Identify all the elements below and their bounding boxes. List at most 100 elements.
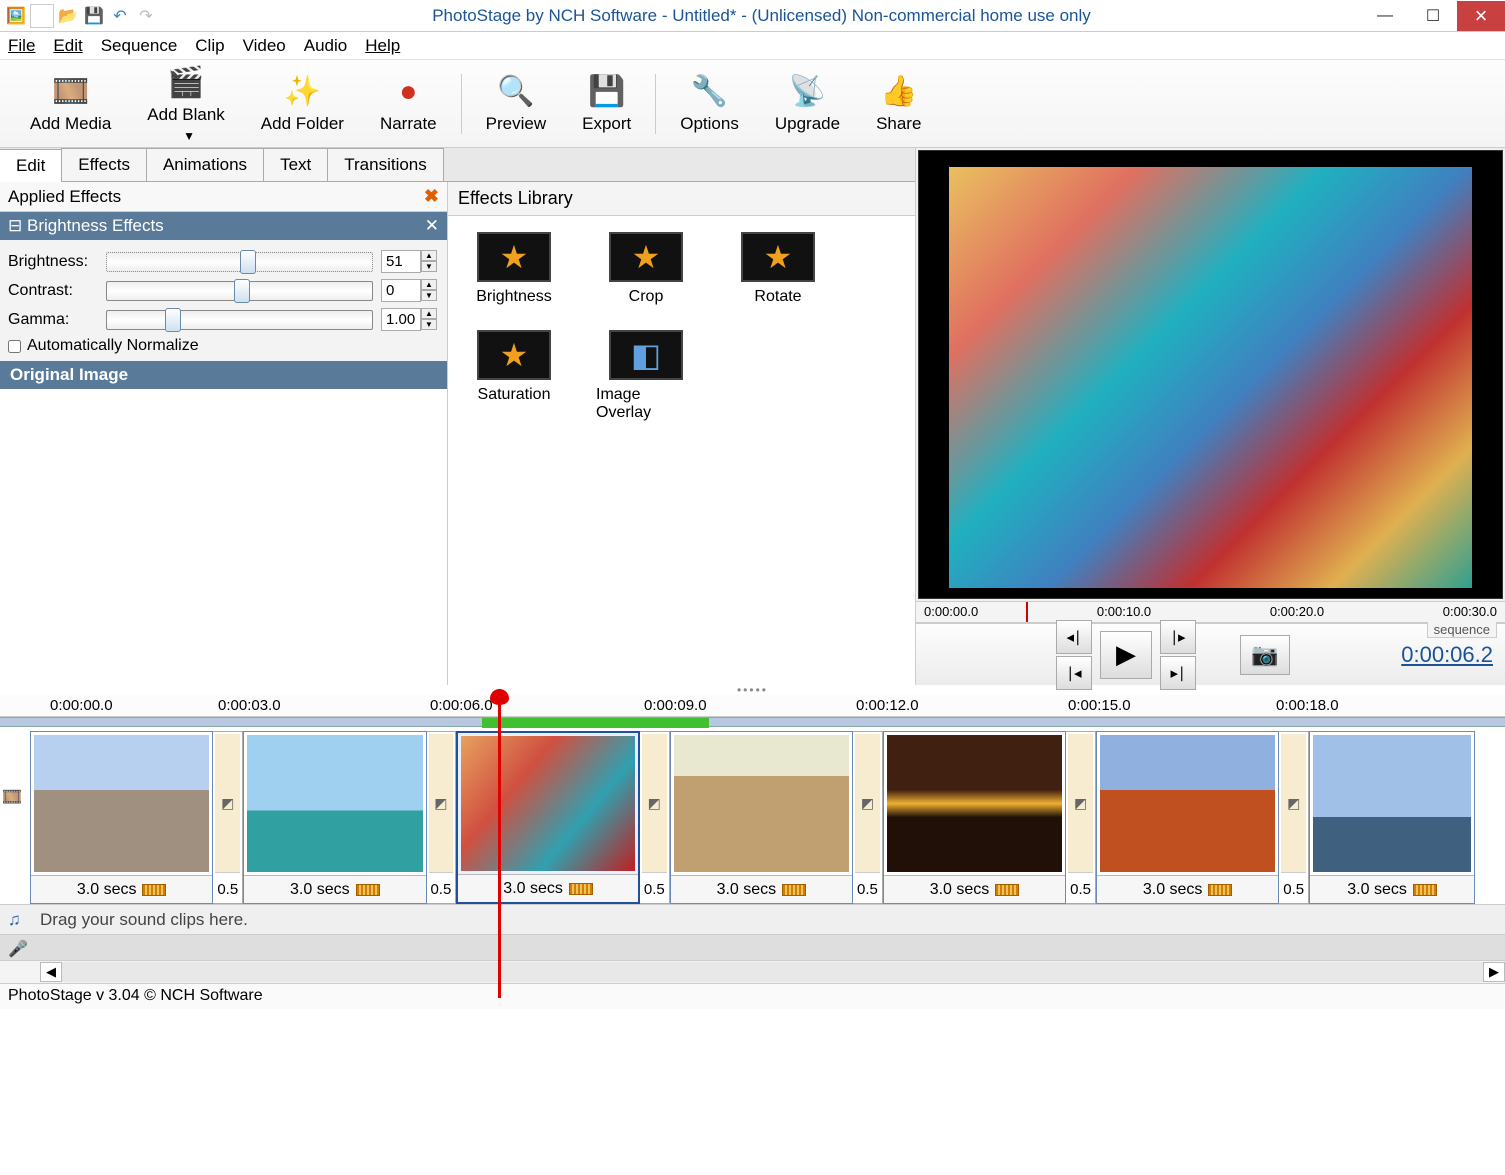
tab-text[interactable]: Text: [263, 148, 328, 181]
close-icon[interactable]: ✕: [425, 216, 439, 236]
clip-track[interactable]: 🎞️ 3.0 secs ◩0.5 3.0 secs ◩0.5 3.0 secs …: [0, 727, 1505, 905]
goto-start-button[interactable]: ∣◂: [1056, 656, 1092, 690]
clip-4[interactable]: 3.0 secs: [670, 731, 853, 904]
wrench-icon: 🔧: [692, 74, 728, 110]
brightness-slider[interactable]: [106, 252, 373, 272]
tab-edit[interactable]: Edit: [0, 149, 62, 182]
vertical-splitter[interactable]: •••••: [0, 685, 1505, 695]
menu-video[interactable]: Video: [243, 36, 286, 56]
transition-6[interactable]: ◩0.5: [1279, 731, 1309, 904]
transition-icon: ◩: [429, 734, 454, 873]
transition-icon: ◩: [1281, 734, 1306, 873]
contrast-slider[interactable]: [106, 281, 373, 301]
quick-access-toolbar: 🖼️ ▫ 📂 💾 ↶ ↷: [0, 4, 162, 28]
add-folder-button[interactable]: ✨Add Folder: [243, 70, 362, 138]
snapshot-button[interactable]: 📷: [1240, 635, 1290, 675]
maximize-button[interactable]: ☐: [1409, 1, 1457, 31]
effect-saturation[interactable]: ★Saturation: [464, 330, 564, 422]
effect-rotate[interactable]: ★Rotate: [728, 232, 828, 306]
effect-brightness[interactable]: ★Brightness: [464, 232, 564, 306]
preview-viewport[interactable]: [918, 150, 1503, 599]
effect-image-overlay[interactable]: ◧Image Overlay: [596, 330, 696, 422]
gamma-param: Gamma: ▲▼: [8, 308, 439, 331]
ruler-tick: 0:00:20.0: [1270, 604, 1324, 622]
transition-4[interactable]: ◩0.5: [853, 731, 883, 904]
collapse-icon[interactable]: ⊟: [8, 216, 22, 235]
timeline-tick: 0:00:12.0: [856, 697, 919, 714]
preview-timecode[interactable]: 0:00:06.2: [1401, 642, 1493, 668]
menu-help[interactable]: Help: [365, 36, 400, 56]
clip-7[interactable]: 3.0 secs: [1309, 731, 1475, 904]
upgrade-button[interactable]: 📡Upgrade: [757, 70, 858, 138]
clip-1[interactable]: 3.0 secs: [30, 731, 213, 904]
undo-icon[interactable]: ↶: [108, 4, 132, 28]
gamma-spinner[interactable]: ▲▼: [421, 308, 437, 331]
scroll-right-button[interactable]: ▶: [1483, 962, 1505, 982]
save-icon[interactable]: 💾: [82, 4, 106, 28]
next-frame-button[interactable]: ∣▸: [1160, 620, 1196, 654]
preview-image: [949, 167, 1472, 588]
clip-6[interactable]: 3.0 secs: [1096, 731, 1279, 904]
contrast-spinner[interactable]: ▲▼: [421, 279, 437, 302]
close-button[interactable]: ×: [1457, 1, 1505, 31]
preview-time-ruler[interactable]: 0:00:00.0 0:00:10.0 0:00:20.0 0:00:30.0: [916, 601, 1505, 623]
add-media-button[interactable]: 🎞️Add Media: [12, 70, 129, 138]
timeline-playhead[interactable]: [498, 691, 501, 998]
new-icon[interactable]: ▫: [30, 4, 54, 28]
timeline-scrollbar[interactable]: ◀ ▶: [0, 961, 1505, 983]
clip-5[interactable]: 3.0 secs: [883, 731, 1066, 904]
clip-3-selected[interactable]: 3.0 secs: [456, 731, 640, 904]
add-blank-button[interactable]: 🎬Add Blank▼: [129, 61, 243, 147]
star-icon: ★: [477, 330, 551, 380]
options-button[interactable]: 🔧Options: [662, 70, 757, 138]
tab-effects[interactable]: Effects: [61, 148, 147, 181]
film-icon: [569, 883, 593, 895]
film-icon: [782, 884, 806, 896]
transition-2[interactable]: ◩0.5: [427, 731, 457, 904]
transition-5[interactable]: ◩0.5: [1066, 731, 1096, 904]
transition-1[interactable]: ◩0.5: [213, 731, 243, 904]
clip-2[interactable]: 3.0 secs: [243, 731, 426, 904]
effect-brightness-header[interactable]: ⊟ Brightness Effects ✕: [0, 212, 447, 240]
narrate-button[interactable]: ●Narrate: [362, 70, 455, 138]
menu-file[interactable]: File: [8, 36, 35, 56]
goto-end-button[interactable]: ▸∣: [1160, 656, 1196, 690]
applied-effects-panel: Applied Effects ✖ ⊟ Brightness Effects ✕…: [0, 182, 448, 685]
play-button[interactable]: ▶: [1100, 631, 1152, 679]
prev-frame-button[interactable]: ◂∣: [1056, 620, 1092, 654]
transition-3[interactable]: ◩0.5: [640, 731, 670, 904]
transition-icon: ◩: [642, 734, 667, 873]
timeline: 0:00:00.00:00:03.00:00:06.00:00:09.00:00…: [0, 695, 1505, 983]
brightness-spinner[interactable]: ▲▼: [421, 250, 437, 273]
delete-effect-icon[interactable]: ✖: [424, 186, 439, 207]
transition-icon: ◩: [1068, 734, 1093, 873]
tab-animations[interactable]: Animations: [146, 148, 264, 181]
minimize-button[interactable]: —: [1361, 1, 1409, 31]
film-icon: [995, 884, 1019, 896]
contrast-input[interactable]: [381, 279, 421, 302]
preview-button[interactable]: 🔍Preview: [468, 70, 564, 138]
effect-crop[interactable]: ★Crop: [596, 232, 696, 306]
audio-track-1[interactable]: ♫ Drag your sound clips here.: [0, 905, 1505, 935]
gamma-input[interactable]: [381, 308, 421, 331]
scroll-left-button[interactable]: ◀: [40, 962, 62, 982]
share-button[interactable]: 👍Share: [858, 70, 939, 138]
menu-clip[interactable]: Clip: [195, 36, 224, 56]
export-button[interactable]: 💾Export: [564, 70, 649, 138]
original-image-header[interactable]: Original Image: [0, 361, 447, 389]
open-icon[interactable]: 📂: [56, 4, 80, 28]
dropdown-arrow-icon[interactable]: ▼: [183, 129, 195, 143]
auto-normalize-checkbox[interactable]: [8, 340, 21, 353]
brightness-input[interactable]: [381, 250, 421, 273]
preview-playhead[interactable]: [1026, 602, 1028, 622]
timeline-ruler[interactable]: 0:00:00.00:00:03.00:00:06.00:00:09.00:00…: [0, 695, 1505, 717]
gamma-slider[interactable]: [106, 310, 373, 330]
audio-track-2[interactable]: 🎤: [0, 935, 1505, 961]
menu-audio[interactable]: Audio: [304, 36, 347, 56]
film-icon: [1208, 884, 1232, 896]
tab-transitions[interactable]: Transitions: [327, 148, 444, 181]
redo-icon[interactable]: ↷: [134, 4, 158, 28]
menu-edit[interactable]: Edit: [53, 36, 82, 56]
preview-controls: sequence ◂∣ ∣◂ ▶ ∣▸ ▸∣ 📷 0:00:06.2: [916, 623, 1505, 685]
menu-sequence[interactable]: Sequence: [101, 36, 178, 56]
